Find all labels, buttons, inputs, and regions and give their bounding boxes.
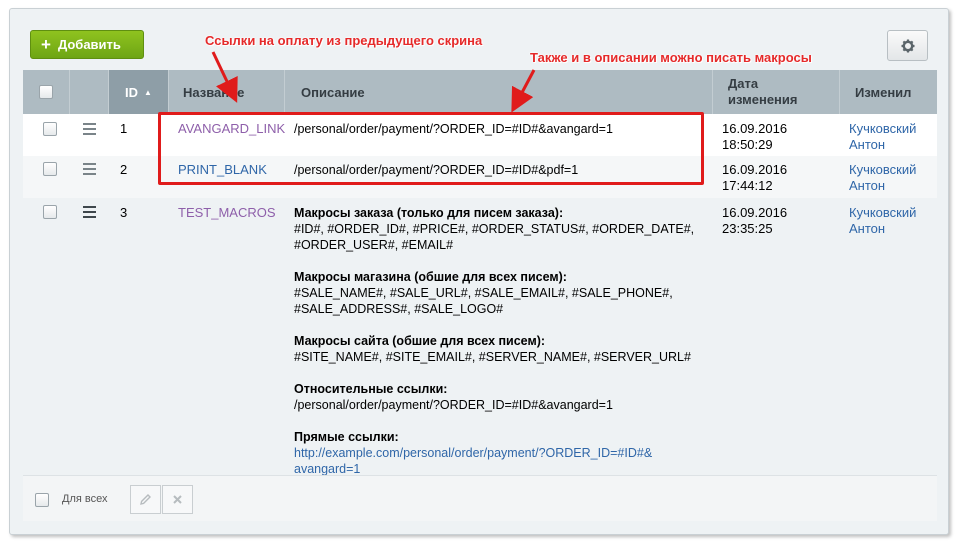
user-first-name: Кучковский: [849, 205, 917, 220]
edit-button[interactable]: [130, 485, 161, 514]
order-macros-block: Макросы заказа (только для писем заказа)…: [294, 205, 714, 253]
absolute-link-line: avangard=1: [294, 462, 361, 476]
row-id: 3: [120, 205, 128, 220]
absolute-link-line: http://example.com/personal/order/paymen…: [294, 446, 653, 460]
header-date-label: Дата изменения: [728, 76, 798, 107]
order-macros-title: Макросы заказа (только для писем заказа)…: [294, 206, 564, 220]
add-button-label: Добавить: [57, 37, 121, 52]
row-date: 16.09.2016 17:44:12: [722, 162, 787, 194]
row-user-link[interactable]: Кучковский Антон: [849, 162, 916, 194]
gear-icon: [901, 39, 914, 52]
shop-macros-line: #SALE_ADDRESS#, #SALE_LOGO#: [294, 302, 504, 316]
relative-links-title: Относительные ссылки:: [294, 382, 448, 396]
header-id[interactable]: ID ▲: [109, 70, 169, 114]
user-first-name: Кучковский: [849, 162, 917, 177]
row-date-value: 16.09.2016: [722, 121, 788, 136]
table-row[interactable]: 1 AVANGARD_LINK /personal/order/payment/…: [23, 114, 937, 156]
site-macros-block: Макросы сайта (обшие для всех писем): #S…: [294, 333, 714, 365]
row-user-link[interactable]: Кучковский Антон: [849, 205, 916, 237]
row-date-value: 16.09.2016: [722, 205, 788, 220]
row-checkbox[interactable]: [43, 205, 57, 219]
row-time-value: 23:35:25: [722, 221, 773, 236]
data-table: ID ▲ Название Описание Дата изменения Из…: [23, 70, 937, 476]
header-changed-by-label: Изменил: [855, 84, 912, 100]
sort-asc-icon: ▲: [144, 87, 152, 97]
header-select-cell: [23, 70, 70, 114]
order-macros-line: #ID#, #ORDER_ID#, #PRICE#, #ORDER_STATUS…: [294, 222, 695, 236]
row-user-link[interactable]: Кучковский Антон: [849, 121, 916, 153]
row-name-link[interactable]: TEST_MACROS: [178, 205, 276, 220]
plus-icon: +: [41, 35, 51, 54]
header-description[interactable]: Описание: [285, 70, 713, 114]
close-icon: [173, 495, 182, 504]
settings-button[interactable]: [887, 30, 928, 61]
row-description: /personal/order/payment/?ORDER_ID=#ID#&p…: [294, 163, 579, 177]
select-all-checkbox[interactable]: [39, 85, 53, 99]
pencil-icon: [140, 494, 151, 505]
row-id: 1: [120, 121, 128, 136]
table-header: ID ▲ Название Описание Дата изменения Из…: [23, 70, 937, 114]
row-id: 2: [120, 162, 128, 177]
absolute-link[interactable]: http://example.com/personal/order/paymen…: [294, 446, 652, 476]
absolute-links-title: Прямые ссылки:: [294, 430, 399, 444]
header-id-label: ID: [125, 84, 138, 100]
user-last-name: Антон: [849, 178, 886, 193]
relative-links-block: Относительные ссылки: /personal/order/pa…: [294, 381, 714, 413]
row-date: 16.09.2016 23:35:25: [722, 205, 787, 237]
for-all-checkbox[interactable]: [35, 493, 49, 507]
annotation-note-2: Также и в описании можно писать макросы: [530, 50, 812, 65]
row-description: /personal/order/payment/?ORDER_ID=#ID#&a…: [294, 122, 613, 136]
annotation-note-1: Ссылки на оплату из предыдущего скрина: [205, 33, 483, 48]
header-actions-cell: [70, 70, 109, 114]
row-menu-icon[interactable]: [83, 163, 96, 178]
admin-panel: + Добавить ID ▲ Название Описание Дата и…: [9, 8, 949, 535]
row-menu-icon[interactable]: [83, 206, 96, 221]
row-name-link[interactable]: AVANGARD_LINK: [178, 121, 285, 136]
row-description: Макросы заказа (только для писем заказа)…: [294, 205, 714, 477]
user-first-name: Кучковский: [849, 121, 917, 136]
shop-macros-block: Макросы магазина (обшие для всех писем):…: [294, 269, 714, 317]
row-menu-icon[interactable]: [83, 123, 96, 138]
row-date: 16.09.2016 18:50:29: [722, 121, 787, 153]
shop-macros-title: Макросы магазина (обшие для всех писем):: [294, 270, 567, 284]
table-row[interactable]: 3 TEST_MACROS Макросы заказа (только для…: [23, 198, 937, 477]
header-changed-by[interactable]: Изменил: [840, 70, 937, 114]
site-macros-line: #SITE_NAME#, #SITE_EMAIL#, #SERVER_NAME#…: [294, 350, 691, 364]
header-name-label: Название: [183, 84, 245, 100]
row-time-value: 18:50:29: [722, 137, 773, 152]
row-checkbox[interactable]: [43, 122, 57, 136]
header-description-label: Описание: [301, 84, 365, 100]
row-name-link[interactable]: PRINT_BLANK: [178, 162, 267, 177]
user-last-name: Антон: [849, 137, 886, 152]
user-last-name: Антон: [849, 221, 886, 236]
for-all-label: Для всех: [62, 493, 108, 505]
shop-macros-line: #SALE_NAME#, #SALE_URL#, #SALE_EMAIL#, #…: [294, 286, 673, 300]
row-checkbox[interactable]: [43, 162, 57, 176]
site-macros-title: Макросы сайта (обшие для всех писем):: [294, 334, 546, 348]
table-row[interactable]: 2 PRINT_BLANK /personal/order/payment/?O…: [23, 156, 937, 198]
delete-button[interactable]: [162, 485, 193, 514]
order-macros-line: #ORDER_USER#, #EMAIL#: [294, 238, 454, 252]
table-footer: Для всех: [23, 475, 937, 521]
row-time-value: 17:44:12: [722, 178, 773, 193]
header-name[interactable]: Название: [169, 70, 285, 114]
header-date[interactable]: Дата изменения: [713, 70, 840, 114]
relative-link-text: /personal/order/payment/?ORDER_ID=#ID#&a…: [294, 398, 613, 412]
row-date-value: 16.09.2016: [722, 162, 788, 177]
add-button[interactable]: + Добавить: [30, 30, 144, 59]
absolute-links-block: Прямые ссылки: http://example.com/person…: [294, 429, 714, 477]
